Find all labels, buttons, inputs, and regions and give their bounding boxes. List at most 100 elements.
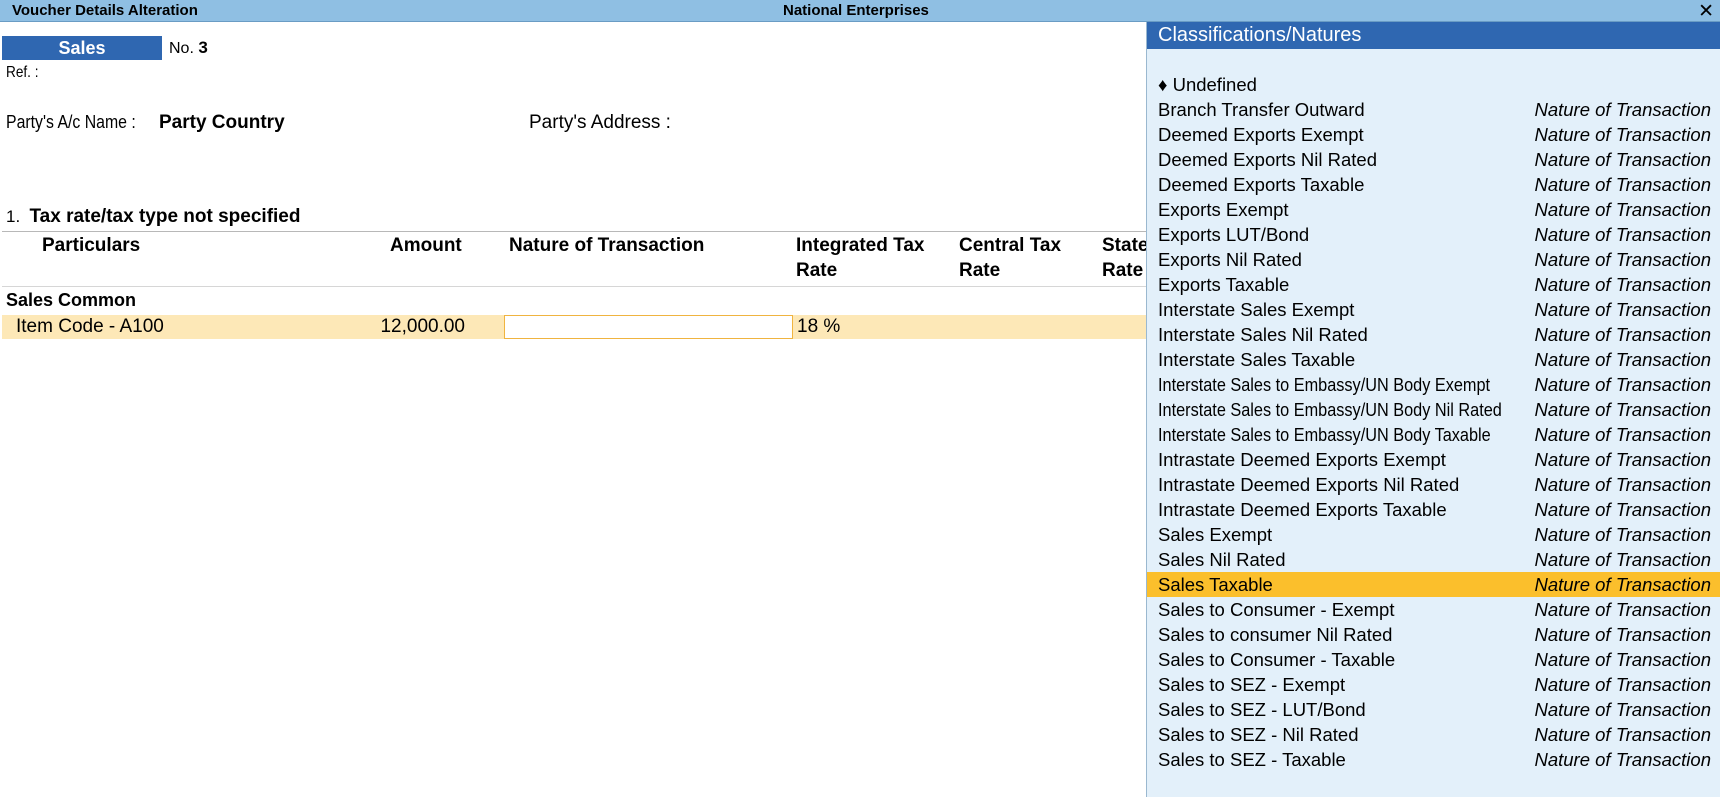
list-item-type: Nature of Transaction <box>1534 174 1711 195</box>
list-item[interactable]: Exports Nil Rated Nature of Transaction <box>1147 247 1720 272</box>
list-item-type: Nature of Transaction <box>1534 249 1711 270</box>
list-item[interactable]: Intrastate Deemed Exports Exempt Nature o… <box>1147 447 1720 472</box>
list-item-label: Intrastate Deemed Exports Nil Rated <box>1158 474 1460 495</box>
list-item-type: Nature of Transaction <box>1534 474 1711 495</box>
list-item-type: Nature of Transaction <box>1534 424 1711 445</box>
list-item-label: Deemed Exports Nil Rated <box>1158 149 1378 170</box>
company-name: National Enterprises <box>783 2 929 19</box>
column-header-nature: Nature of Transaction <box>509 235 705 256</box>
list-item-type: Nature of Transaction <box>1534 549 1711 570</box>
list-item-type: Nature of Transaction <box>1534 349 1711 370</box>
section-heading: 1. Tax rate/tax type not specified <box>6 206 300 228</box>
list-item-label: Intrastate Deemed Exports Exempt <box>1158 449 1446 470</box>
table-header-divider <box>2 286 1146 287</box>
list-item-label: Sales to SEZ - Nil Rated <box>1158 724 1359 745</box>
column-header-state-tax: State Rate <box>1102 233 1146 283</box>
list-item-label: Exports LUT/Bond <box>1158 224 1310 245</box>
list-item[interactable]: Sales to SEZ - Exempt Nature of Transacti… <box>1147 672 1720 697</box>
state-tax-line1: State <box>1102 235 1146 256</box>
list-item-type: Nature of Transaction <box>1534 524 1711 545</box>
list-item[interactable]: Interstate Sales Exempt Nature of Transac… <box>1147 297 1720 322</box>
integrated-tax-line2: Rate <box>796 260 838 281</box>
list-item-undefined[interactable]: ♦ Undefined <box>1147 72 1720 97</box>
classifications-panel: Classifications/Natures ♦ Undefined Bran… <box>1146 22 1720 797</box>
list-item-type: Nature of Transaction <box>1534 399 1711 420</box>
list-item-type: Nature of Transaction <box>1534 649 1711 670</box>
row-integrated-tax-rate: 18 % <box>797 316 841 337</box>
list-item[interactable]: Deemed Exports Nil Rated Nature of Transa… <box>1147 147 1720 172</box>
list-item[interactable]: Sales to Consumer - Taxable Nature of Tra… <box>1147 647 1720 672</box>
list-item-label: Interstate Sales Taxable <box>1158 349 1356 370</box>
list-item-type: Nature of Transaction <box>1534 274 1711 295</box>
list-item-label: Interstate Sales Exempt <box>1158 299 1355 320</box>
state-tax-line2: Rate <box>1102 260 1144 281</box>
list-item[interactable]: Interstate Sales to Embassy/UN Body Exem… <box>1147 372 1720 397</box>
list-item[interactable]: Exports Taxable Nature of Transaction <box>1147 272 1720 297</box>
list-item[interactable]: Interstate Sales to Embassy/UN Body Nil … <box>1147 397 1720 422</box>
list-item[interactable]: Sales Nil Rated Nature of Transaction <box>1147 547 1720 572</box>
list-item-label: Exports Exempt <box>1158 199 1289 220</box>
section-number: 1. <box>6 207 21 226</box>
list-item[interactable]: Sales to SEZ - LUT/Bond Nature of Transac… <box>1147 697 1720 722</box>
list-item[interactable]: Sales to SEZ - Nil Rated Nature of Transa… <box>1147 722 1720 747</box>
list-item[interactable]: Interstate Sales Taxable Nature of Transa… <box>1147 347 1720 372</box>
integrated-tax-line1: Integrated Tax <box>796 235 925 256</box>
list-item[interactable]: Exports LUT/Bond Nature of Transaction <box>1147 222 1720 247</box>
list-item[interactable]: Interstate Sales to Embassy/UN Body Taxa… <box>1147 422 1720 447</box>
list-item-label: Exports Taxable <box>1158 274 1290 295</box>
list-item-label: ♦ Undefined <box>1158 74 1257 95</box>
list-item-type: Nature of Transaction <box>1534 224 1711 245</box>
list-item-type: Nature of Transaction <box>1534 149 1711 170</box>
list-item-label: Interstate Sales to Embassy/UN Body Taxa… <box>1158 424 1491 445</box>
list-item-type: Nature of Transaction <box>1534 199 1711 220</box>
list-item-type: Nature of Transaction <box>1534 724 1711 745</box>
list-item[interactable]: Sales Taxable Nature of Transaction <box>1147 572 1720 597</box>
list-item[interactable]: Intrastate Deemed Exports Taxable Nature … <box>1147 497 1720 522</box>
list-item[interactable]: Sales Exempt Nature of Transaction <box>1147 522 1720 547</box>
list-item[interactable]: Interstate Sales Nil Rated Nature of Tran… <box>1147 322 1720 347</box>
column-header-amount: Amount <box>390 235 462 256</box>
list-item[interactable]: Exports Exempt Nature of Transaction <box>1147 197 1720 222</box>
voucher-number-label: No. <box>169 40 194 57</box>
party-name-label: Party's A/c Name : <box>6 112 136 132</box>
list-item-type: Nature of Transaction <box>1534 124 1711 145</box>
list-item[interactable]: Deemed Exports Taxable Nature of Transact… <box>1147 172 1720 197</box>
list-item-label: Sales to Consumer - Taxable <box>1158 649 1396 670</box>
list-item-type: Nature of Transaction <box>1534 574 1711 595</box>
list-item-label: Intrastate Deemed Exports Taxable <box>1158 499 1447 520</box>
list-item[interactable]: Deemed Exports Exempt Nature of Transacti… <box>1147 122 1720 147</box>
list-item-label: Interstate Sales Nil Rated <box>1158 324 1368 345</box>
party-name-value[interactable]: Party Country <box>159 112 285 134</box>
title-bar: Voucher Details Alteration National Ente… <box>0 0 1720 22</box>
list-item[interactable]: Branch Transfer Outward Nature of Transac… <box>1147 97 1720 122</box>
nature-of-transaction-input[interactable] <box>504 315 793 339</box>
list-item[interactable]: Sales to Consumer - Exempt Nature of Tran… <box>1147 597 1720 622</box>
column-header-integrated-tax: Integrated Tax Rate <box>796 233 924 283</box>
voucher-number: No. 3 <box>169 38 208 58</box>
list-item-label: Sales Exempt <box>1158 524 1273 545</box>
list-item-label: Sales to SEZ - LUT/Bond <box>1158 699 1366 720</box>
reference-label: Ref. : <box>6 64 39 81</box>
list-item-type: Nature of Transaction <box>1534 674 1711 695</box>
table-top-divider <box>2 231 1146 232</box>
column-header-particulars: Particulars <box>42 235 141 256</box>
list-item-type: Nature of Transaction <box>1534 699 1711 720</box>
ledger-group: Sales Common <box>6 290 137 310</box>
list-item-label: Sales to SEZ - Exempt <box>1158 674 1346 695</box>
list-item-type: Nature of Transaction <box>1534 299 1711 320</box>
table-row[interactable]: Item Code - A100 12,000.00 18 % <box>2 315 1146 339</box>
list-item-label: Sales to SEZ - Taxable <box>1158 749 1346 770</box>
list-item-label: Sales Taxable <box>1158 574 1273 595</box>
list-item-label: Deemed Exports Taxable <box>1158 174 1365 195</box>
voucher-type-badge[interactable]: Sales <box>2 36 162 60</box>
list-item[interactable]: Intrastate Deemed Exports Nil Rated Natur… <box>1147 472 1720 497</box>
voucher-number-value: 3 <box>198 38 208 57</box>
section-title: Tax rate/tax type not specified <box>29 206 301 227</box>
list-item[interactable]: Sales to SEZ - Taxable Nature of Transact… <box>1147 747 1720 772</box>
list-item-type: Nature of Transaction <box>1534 374 1711 395</box>
close-icon[interactable]: ✕ <box>1698 0 1714 23</box>
list-item-label: Sales Nil Rated <box>1158 549 1286 570</box>
list-item[interactable]: Sales to consumer Nil Rated Nature of Tra… <box>1147 622 1720 647</box>
list-item-label: Interstate Sales to Embassy/UN Body Nil … <box>1158 399 1502 420</box>
voucher-area: Sales No. 3 Ref. : Party's A/c Name : Pa… <box>0 22 1146 797</box>
